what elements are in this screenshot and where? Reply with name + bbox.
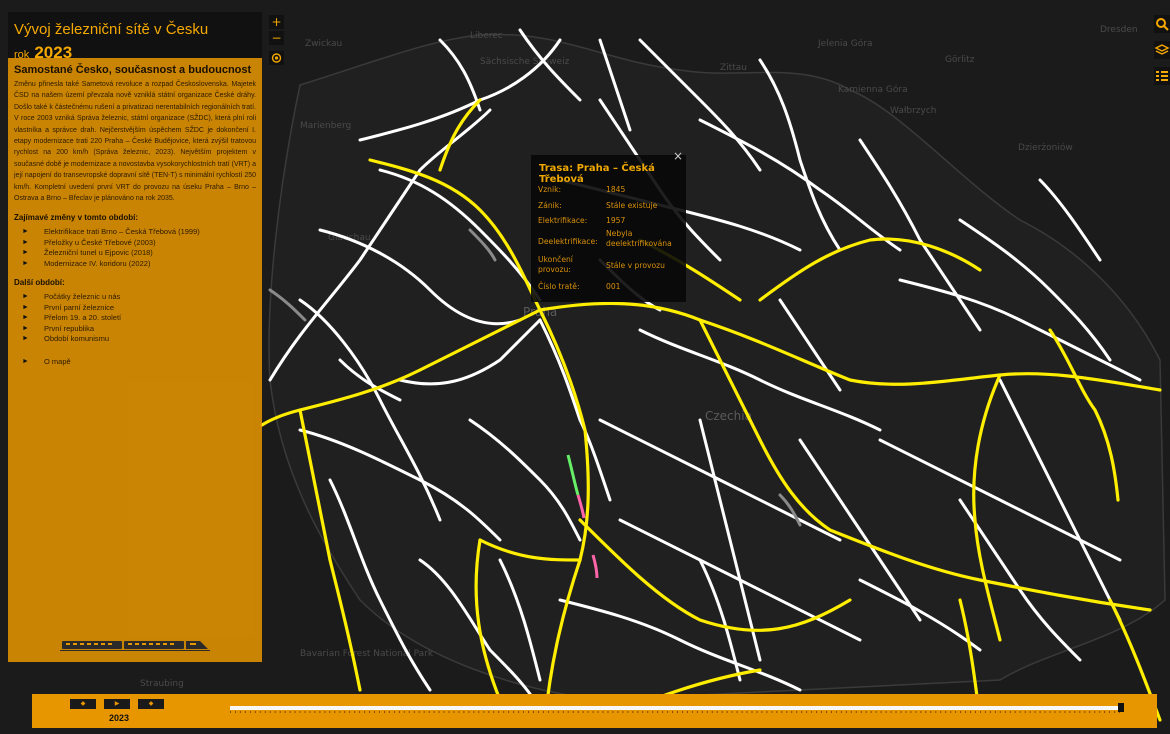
change-label: Elektrifikace trati Brno – Česká Třebová… [44,227,200,237]
popup-label: Ukončení provozu: [538,255,573,274]
arrow-icon: ► [22,357,29,365]
periods-heading: Další období: [14,278,65,288]
section-text: Změnu přinesla také Sametová revoluce a … [14,81,256,203]
route-popup: × Trasa: Praha – Česká Třebová Vznik: 18… [531,149,686,302]
target-icon [271,53,282,63]
timeline-year: 2023 [109,713,130,723]
map-label: Liberec [470,31,503,41]
change-label: Modernizace IV. koridoru (2022) [44,258,151,268]
map-label: Kamienna Góra [838,84,908,95]
change-item[interactable]: ► Železniční tunel u Ejpovic (2018) [14,248,256,259]
period-link[interactable]: ► Období komunismu [14,334,256,345]
map-label: Görlitz [945,55,975,65]
map-label: Sächsische Schweiz [480,57,570,67]
info-panel: Vývoj železniční sítě v Česku rok 2023 S… [8,12,262,662]
popup-label: Zánik: [538,201,562,210]
zoom-in-button[interactable]: + [269,15,284,29]
map-label: Zittau [720,63,747,73]
arrow-icon: ► [22,228,29,236]
prev-year-button[interactable]: ◆ [70,699,96,709]
popup-value: 001 [606,282,621,291]
popup-label: Číslo tratě: [538,282,580,291]
change-label: Železniční tunel u Ejpovic (2018) [44,248,153,258]
changes-list: ► Elektrifikace trati Brno – Česká Třebov… [14,227,256,269]
popup-value: Stále existuje [606,201,658,210]
popup-label: Elektrifikace: [538,216,588,225]
search-button[interactable] [1154,15,1170,33]
period-link[interactable]: ► Počátky železnic u nás [14,292,256,303]
map-label: Wałbrzych [890,106,937,116]
arrow-icon: ► [22,259,29,267]
map-label: Bavarian Forest National Park [300,649,434,659]
change-item[interactable]: ► Elektrifikace trati Brno – Česká Třebov… [14,227,256,238]
legend-button[interactable] [1154,67,1170,85]
arrow-icon: ► [22,303,29,311]
layers-icon [1154,44,1170,55]
next-year-button[interactable]: ◆ [138,699,164,709]
locate-button[interactable] [269,51,284,65]
timeline-slider[interactable] [230,706,1124,710]
timeline-bar: ◆ ▶ ◆ 2023 [32,694,1157,728]
period-label: První republika [44,323,95,333]
arrow-icon: ► [22,238,29,246]
panel-header: Vývoj železniční sítě v Česku rok 2023 [8,12,262,62]
arrow-icon: ► [22,314,29,322]
legend-icon [1156,71,1168,81]
map-label: Straubing [140,679,184,689]
change-item[interactable]: ► Přeložky u České Třebové (2003) [14,238,256,249]
arrow-icon: ► [22,324,29,332]
about-link[interactable]: ► O mapě [14,357,256,368]
close-icon[interactable]: × [673,149,683,163]
popup-label: Vznik: [538,185,562,194]
changes-heading: Zajímavé změny v tomto období: [14,213,139,223]
arrow-icon: ► [22,293,29,301]
timeline-handle[interactable] [1118,703,1124,712]
arrow-icon: ► [22,335,29,343]
train-icon [60,641,210,651]
popup-value: 1845 [606,185,626,194]
map-label: Dzierżoniów [1018,142,1073,153]
popup-title: Trasa: Praha – Česká Třebová [539,163,655,185]
period-link[interactable]: ► První republika [14,324,256,335]
change-label: Přeložky u České Třebové (2003) [44,237,156,247]
periods-list: ► Počátky železnic u nás ► První parní žel… [14,292,256,345]
map-label: Jelenia Góra [817,38,873,49]
section-title: Samostané Česko, současnost a budoucnost [14,64,252,76]
play-button[interactable]: ▶ [104,699,130,709]
panel-body: Samostané Česko, současnost a budoucnost… [8,58,262,662]
change-item[interactable]: ► Modernizace IV. koridoru (2022) [14,259,256,270]
period-label: Přelom 19. a 20. století [44,313,122,323]
timeline-ticks [230,711,1120,713]
arrow-icon: ► [22,249,29,257]
popup-value: Stále v provozu [606,261,665,270]
period-label: Počátky železnic u nás [44,292,121,302]
popup-value: 1957 [606,216,626,225]
map-label: Zwickau [305,39,342,49]
popup-value: Nebyla deelektrifikována [606,229,672,248]
period-link[interactable]: ► Přelom 19. a 20. století [14,313,256,324]
map-label: Dresden [1100,25,1138,35]
period-link[interactable]: ► První parní železnice [14,303,256,314]
popup-label: Deelektrifikace: [538,237,598,246]
page-title: Vývoj železniční sítě v Česku [14,21,209,38]
about-label: O mapě [44,356,71,366]
map-label: Marienberg [300,121,351,131]
layers-button[interactable] [1154,41,1170,59]
period-label: První parní železnice [44,302,115,312]
zoom-out-button[interactable]: − [269,31,284,45]
period-label: Období komunismu [44,334,110,344]
search-icon [1156,18,1169,31]
about-list: ► O mapě [14,357,256,368]
